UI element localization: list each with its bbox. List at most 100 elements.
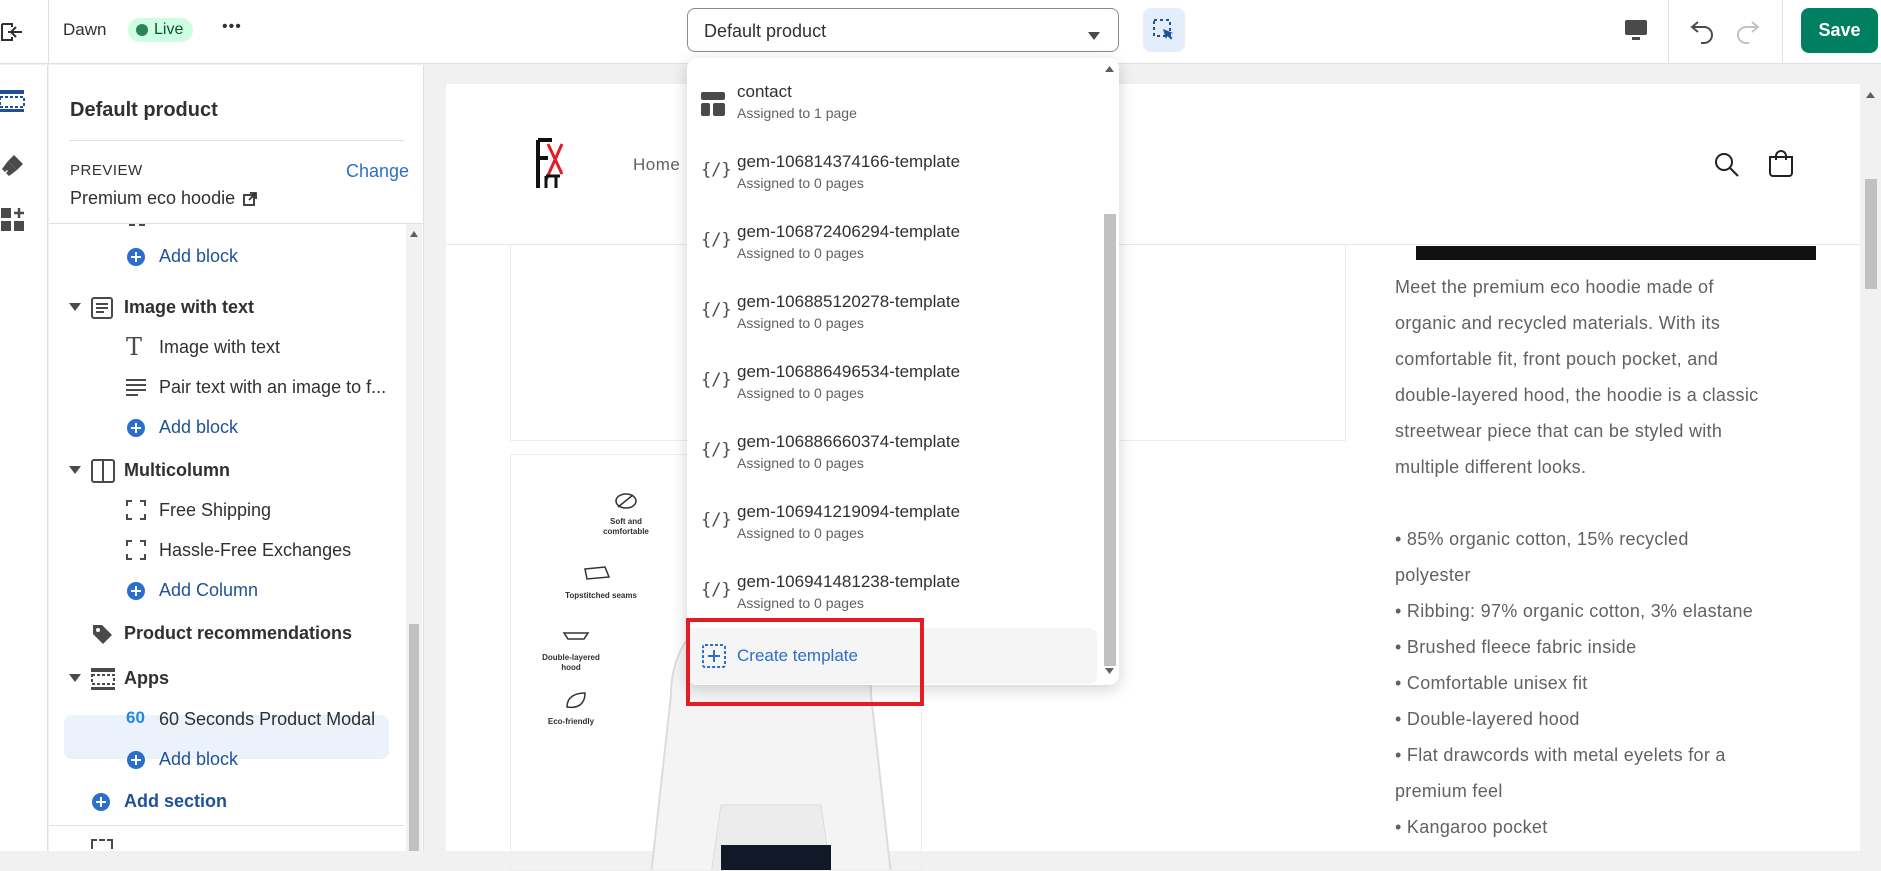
code-icon: {/} <box>701 580 732 600</box>
template-dropdown: contact Assigned to 1 page {/} gem-10681… <box>687 58 1119 685</box>
block-label: Image with text <box>159 336 281 357</box>
nav-home-link[interactable]: Home <box>633 155 680 175</box>
product-description: Meet the premium eco hoodie made of orga… <box>1395 269 1758 845</box>
live-badge: Live <box>128 18 194 42</box>
bullet-line: • Double-layered hood <box>1395 709 1580 729</box>
section-image-with-text[interactable]: Image with text <box>49 287 404 327</box>
option-title: gem-106872406294-template <box>737 222 961 241</box>
add-section-row[interactable]: Add section <box>49 781 404 821</box>
template-option-contact[interactable]: contact Assigned to 1 page <box>687 66 1097 136</box>
template-option[interactable]: {/} gem-106872406294-template Assigned t… <box>687 206 1097 276</box>
scroll-down-icon <box>1105 668 1114 674</box>
store-logo[interactable] <box>534 136 564 192</box>
add-column-row[interactable]: Add Column <box>49 570 404 610</box>
template-option[interactable]: {/} gem-106941219094-template Assigned t… <box>687 486 1097 556</box>
section-label: Product recommendations <box>124 622 353 643</box>
dropdown-scrollbar[interactable] <box>1101 58 1119 685</box>
add-block-row-2[interactable]: Add block <box>49 407 404 447</box>
app-embeds-icon[interactable] <box>0 207 26 238</box>
option-subtitle: Assigned to 0 pages <box>737 595 864 611</box>
option-title: gem-106886660374-template <box>737 432 961 451</box>
code-icon: {/} <box>701 370 732 390</box>
sidebar-title: Default product <box>70 99 218 121</box>
scroll-up-icon <box>1866 92 1875 98</box>
scroll-up-icon <box>1105 66 1114 72</box>
change-preview-link[interactable]: Change <box>346 161 409 182</box>
option-subtitle: Assigned to 0 pages <box>737 455 864 471</box>
bullet-line: • Kangaroo pocket <box>1395 817 1548 837</box>
add-block-label: Add block <box>159 416 239 437</box>
save-button[interactable]: Save <box>1801 8 1878 53</box>
add-column-label: Add Column <box>159 579 259 600</box>
bullet-line: polyester <box>1395 565 1471 585</box>
code-icon: {/} <box>701 440 732 460</box>
add-circle-icon <box>127 248 145 266</box>
inspector-toggle-button[interactable] <box>1143 8 1185 52</box>
template-option[interactable]: {/} gem-106886496534-template Assigned t… <box>687 346 1097 416</box>
scroll-up-icon <box>410 231 418 237</box>
sidebar-scrollbar[interactable] <box>406 224 422 851</box>
highlight-box <box>686 618 924 706</box>
add-block-label: Add block <box>159 748 239 769</box>
description-line: multiple different looks. <box>1395 457 1587 477</box>
section-multicolumn[interactable]: Multicolumn <box>49 450 404 490</box>
live-badge-label: Live <box>154 21 184 38</box>
column-block-icon <box>126 540 146 560</box>
section-label: Image with text <box>124 296 255 317</box>
preview-scrollbar[interactable] <box>1860 84 1881 851</box>
template-option[interactable]: {/} gem-106941481238-template Assigned t… <box>687 556 1097 626</box>
tag-icon <box>93 625 112 644</box>
block-free-shipping[interactable]: Free Shipping <box>49 490 404 530</box>
code-icon: {/} <box>701 300 732 320</box>
description-line: streetwear piece that can be styled with <box>1395 421 1723 441</box>
column-block-icon <box>126 500 146 520</box>
select-cursor-icon <box>1153 19 1173 40</box>
hood-feature-icon <box>562 632 590 640</box>
section-tree: Add block Image with text T Image with t… <box>49 224 404 851</box>
block-image-with-text[interactable]: T Image with text <box>49 327 404 367</box>
live-dot-icon <box>136 24 148 36</box>
bullet-line: • Brushed fleece fabric inside <box>1395 637 1637 657</box>
bullet-line: • Flat drawcords with metal eyelets for … <box>1395 745 1726 765</box>
eco-feature-icon <box>566 692 586 709</box>
option-title: gem-106885120278-template <box>737 292 961 311</box>
template-select-value: Default product <box>704 21 827 41</box>
preview-product-link[interactable]: Premium eco hoodie <box>70 188 257 209</box>
sections-icon[interactable] <box>0 87 26 118</box>
block-60-seconds-product-modal[interactable]: 60 60 Seconds Product Modal <box>49 699 404 739</box>
description-line: double-layered hood, the hoodie is a cla… <box>1395 385 1759 405</box>
add-block-row-3[interactable]: Add block <box>49 739 404 779</box>
option-subtitle: Assigned to 0 pages <box>737 315 864 331</box>
more-actions-button[interactable]: ••• <box>222 18 242 36</box>
template-select[interactable]: Default product <box>687 8 1119 52</box>
add-block-row-1[interactable]: Add block <box>49 236 404 276</box>
store-logo-icon <box>536 138 564 188</box>
desktop-preview-icon[interactable] <box>1623 18 1649 42</box>
description-line: organic and recycled materials. With its <box>1395 313 1721 333</box>
caret-down-icon <box>69 674 81 682</box>
redo-icon[interactable] <box>1733 16 1761 44</box>
caret-down-icon <box>69 466 81 474</box>
cart-icon[interactable] <box>1768 150 1794 178</box>
leaf-feature-icon <box>615 493 637 509</box>
seams-feature-icon <box>584 566 611 580</box>
store-header: Home <box>446 84 1860 245</box>
undo-icon[interactable] <box>1689 16 1717 44</box>
bullet-line: premium feel <box>1395 781 1503 801</box>
template-option[interactable]: {/} gem-106885120278-template Assigned t… <box>687 276 1097 346</box>
section-apps[interactable]: Apps <box>49 658 404 698</box>
preview-area: Home Soft and comfortable Topstitched se… <box>425 65 1881 871</box>
exit-icon[interactable] <box>0 20 26 44</box>
sidebar: Default product PREVIEW Change Premium e… <box>49 65 424 851</box>
section-label: Apps <box>124 667 169 688</box>
bullet-line: • Comfortable unisex fit <box>1395 673 1588 693</box>
theme-settings-icon[interactable] <box>0 153 26 184</box>
template-option[interactable]: {/} gem-106886660374-template Assigned t… <box>687 416 1097 486</box>
buy-button-bar[interactable] <box>1416 246 1816 260</box>
template-option[interactable]: {/} gem-106814374166-template Assigned t… <box>687 136 1097 206</box>
block-label: Free Shipping <box>159 499 272 520</box>
block-pair-text[interactable]: Pair text with an image to f... <box>49 367 404 407</box>
block-hassle-free[interactable]: Hassle-Free Exchanges <box>49 530 404 570</box>
section-product-recommendations[interactable]: Product recommendations <box>49 613 404 653</box>
search-icon[interactable] <box>1714 152 1740 178</box>
